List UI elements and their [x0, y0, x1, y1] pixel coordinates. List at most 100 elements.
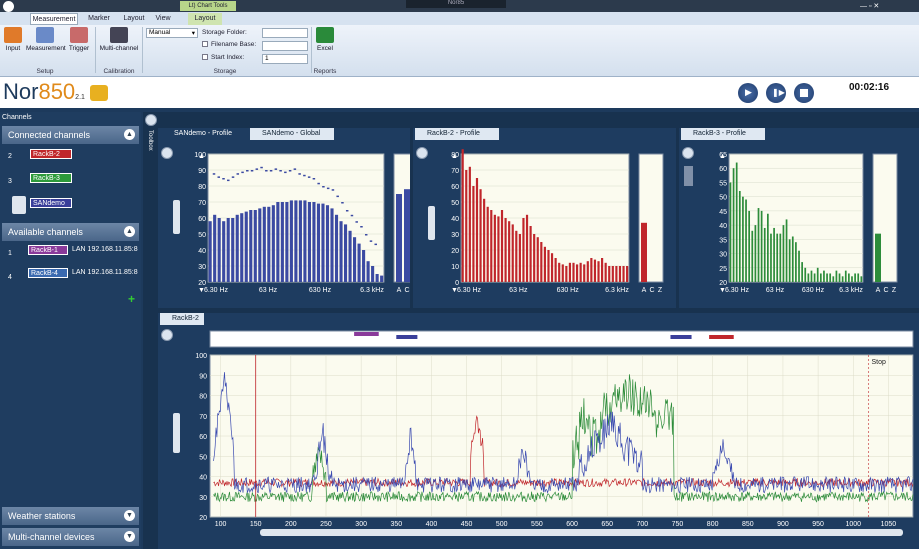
- event-marker: [396, 335, 418, 339]
- bar: [832, 276, 835, 282]
- overlay-point: [322, 186, 325, 188]
- tab-rackb3-profile[interactable]: RackB-3 - Profile: [681, 128, 765, 140]
- window-controls[interactable]: — ▫ ✕: [860, 2, 915, 10]
- available-channels-header[interactable]: Available channels ▲: [2, 223, 139, 241]
- acz-label: Z: [658, 287, 663, 294]
- trigger-button[interactable]: Trigger: [66, 27, 92, 52]
- bar: [823, 270, 825, 282]
- play-button[interactable]: ▶: [738, 83, 758, 103]
- zoom-slider[interactable]: [173, 413, 180, 453]
- bar: [213, 214, 217, 282]
- play-icon: ▶: [745, 87, 752, 97]
- tab-rackb2[interactable]: RackB-2: [160, 313, 204, 325]
- tab-layout[interactable]: Layout: [119, 13, 149, 25]
- ribbon-tab-bar: Measurement Marker Layout View Lt) Chart…: [0, 1, 919, 25]
- bar: [511, 224, 514, 282]
- x-tick-label: 550: [531, 521, 543, 528]
- start-index-checkbox[interactable]: [202, 54, 208, 60]
- bar: [615, 266, 618, 282]
- scroll-up-icon: ▲: [451, 153, 458, 160]
- bar: [497, 216, 500, 282]
- toolbox-label[interactable]: Toolbox: [145, 130, 153, 180]
- collapse-button[interactable]: [145, 114, 157, 126]
- filename-label: Filename Base:: [211, 41, 257, 48]
- bar: [285, 202, 289, 282]
- stop-icon: [800, 89, 808, 97]
- bar: [742, 196, 744, 282]
- storage-folder-input[interactable]: [262, 28, 308, 38]
- overlay-point: [331, 189, 335, 191]
- overlay-point: [369, 240, 373, 242]
- multi-channel-devices-header[interactable]: Multi-channel devices ▼: [2, 528, 139, 546]
- connected-channels-header[interactable]: Connected channels ▲: [2, 126, 139, 144]
- overlay-point: [303, 174, 306, 177]
- bar: [810, 270, 813, 282]
- tab-measurement[interactable]: Measurement: [30, 13, 78, 25]
- panel-rackb3: RackB-3 - Profile 65 60 55 50 45 40 35 30 25 20 6.…: [679, 128, 919, 308]
- bar: [754, 225, 757, 282]
- bar: [604, 262, 607, 282]
- overlay-point: [312, 178, 316, 180]
- channel-sandemo[interactable]: SANdemo: [30, 198, 72, 208]
- y-tick-label: 45: [719, 209, 727, 216]
- channels-panel: Channels Connected channels ▲ 2 RackB-2 3…: [0, 112, 141, 549]
- x-tick-label: 350: [390, 521, 402, 528]
- bar: [366, 261, 370, 282]
- channel-rackb3[interactable]: RackB-3: [30, 173, 72, 183]
- tab-sandemo-global[interactable]: SANdemo - Global: [250, 128, 334, 140]
- overlay-point: [255, 168, 259, 170]
- start-index-input[interactable]: 1: [262, 54, 308, 64]
- y-tick-label: 70: [199, 414, 207, 421]
- y-tick-label: 30: [198, 264, 206, 271]
- bar: [226, 218, 230, 282]
- tab-chart-layout[interactable]: Layout: [188, 13, 222, 25]
- bar: [267, 206, 271, 282]
- overlay-point: [326, 187, 330, 190]
- multichannel-button[interactable]: Multi-channel: [98, 27, 140, 52]
- channel-rackb1[interactable]: RackB-1: [28, 245, 68, 255]
- bar: [854, 273, 856, 282]
- stop-label: Stop: [872, 359, 887, 366]
- y-tick-label: 100: [195, 353, 207, 360]
- tab-sandemo-profile[interactable]: SANdemo - Profile: [162, 128, 246, 140]
- stop-button[interactable]: [794, 83, 814, 103]
- tab-rackb2-profile[interactable]: RackB-2 - Profile: [415, 128, 499, 140]
- filename-input[interactable]: [262, 41, 308, 51]
- bar: [838, 273, 841, 282]
- acz-label: C: [649, 287, 654, 294]
- bar: [508, 221, 511, 282]
- weather-stations-header[interactable]: Weather stations ▼: [2, 507, 139, 525]
- input-button[interactable]: Input: [2, 27, 24, 52]
- x-tick-label: 63 Hz: [259, 287, 278, 294]
- pause-button[interactable]: ❚▶: [766, 83, 786, 103]
- excel-button[interactable]: Excel: [313, 27, 337, 52]
- y-tick-label: 70: [198, 200, 206, 207]
- panel-menu-button[interactable]: [161, 147, 173, 159]
- bar: [844, 270, 847, 282]
- zoom-slider[interactable]: [428, 206, 435, 240]
- tab-marker[interactable]: Marker: [84, 13, 114, 25]
- wrench-icon[interactable]: [684, 166, 693, 186]
- filename-checkbox[interactable]: [202, 41, 208, 47]
- tab-view[interactable]: View: [152, 13, 174, 25]
- x-tick-label: 1000: [845, 521, 861, 528]
- channel-rackb2[interactable]: RackB-2: [30, 149, 72, 159]
- bar: [770, 233, 772, 282]
- overlay-point: [269, 170, 273, 172]
- ribbon: Input Measurement Trigger Setup Multi-ch…: [0, 25, 919, 77]
- panel-menu-button[interactable]: [161, 329, 173, 341]
- x-tick-label: 63 Hz: [509, 287, 528, 294]
- app-logo-icon[interactable]: [3, 1, 14, 12]
- acz-label: A: [876, 287, 881, 294]
- panel-menu-button[interactable]: [682, 147, 694, 159]
- measurement-button[interactable]: Measurement: [26, 27, 66, 52]
- panel-menu-button[interactable]: [416, 147, 428, 159]
- overlay-point: [288, 170, 292, 172]
- device-icon[interactable]: [90, 85, 108, 101]
- bar: [540, 242, 543, 282]
- multi-channel-devices-label: Multi-channel devices: [8, 532, 95, 542]
- mode-select[interactable]: Manual ▾: [146, 28, 198, 38]
- add-icon[interactable]: +: [128, 292, 135, 306]
- zoom-slider[interactable]: [173, 200, 180, 234]
- channel-rackb4[interactable]: RackB-4: [28, 268, 68, 278]
